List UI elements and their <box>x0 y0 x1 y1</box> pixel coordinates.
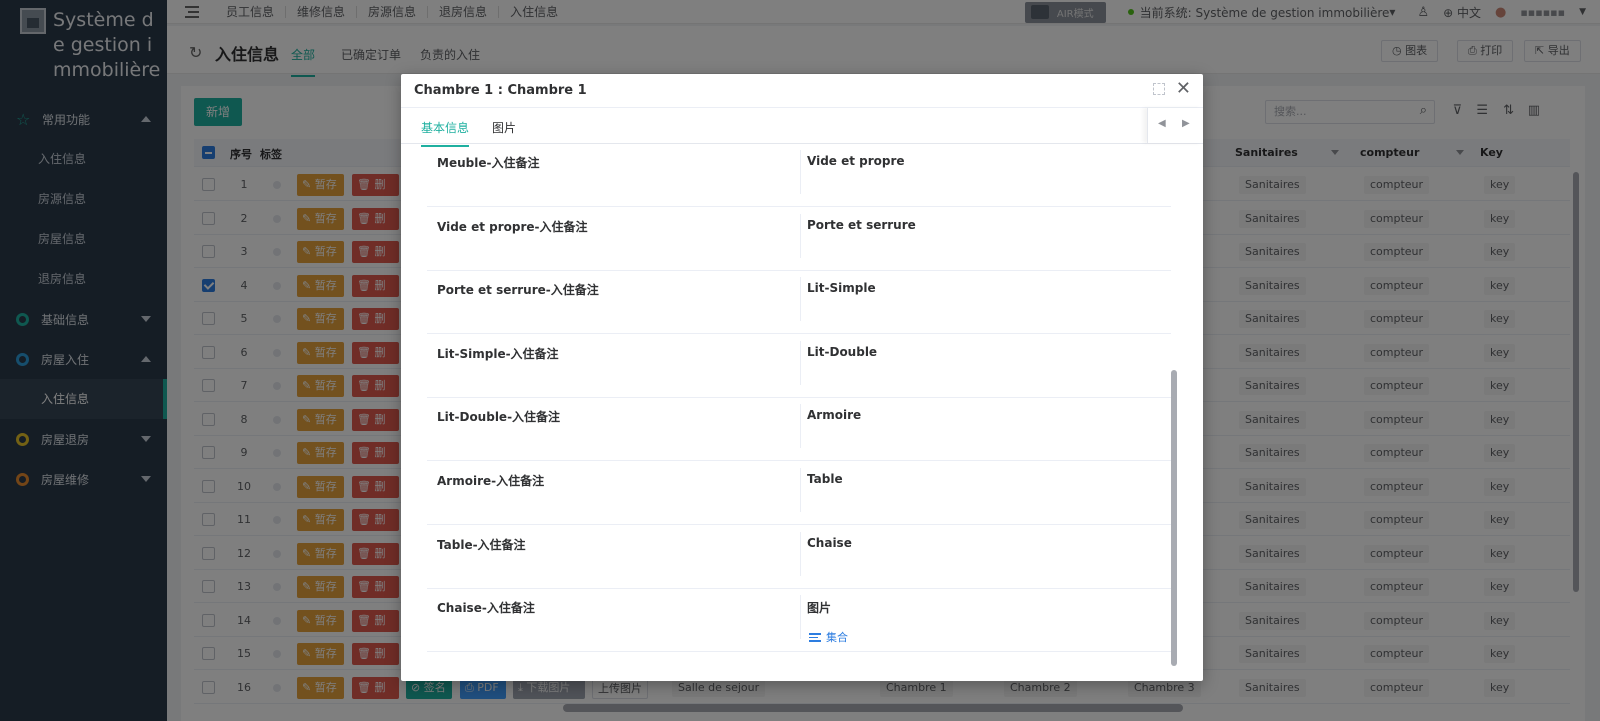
dialog-scrollbar[interactable] <box>1171 370 1177 666</box>
field-separator <box>800 468 801 512</box>
collection-label: 集合 <box>826 631 848 645</box>
field-separator <box>800 531 801 576</box>
field-label: Lit-Simple <box>807 281 876 296</box>
field-label: Porte et serrure <box>807 217 916 232</box>
field-separator <box>800 595 801 640</box>
field-label-note: Porte et serrure-入住备注 <box>437 283 599 298</box>
field-label-note: Vide et propre-入住备注 <box>437 219 588 234</box>
collection-link[interactable]: 集合 <box>809 629 848 645</box>
maximize-icon[interactable] <box>1153 83 1165 95</box>
field-label-note: Table-入住备注 <box>437 537 526 552</box>
field-label: Chaise <box>807 535 852 550</box>
form-row: Table-入住备注 Chaise <box>427 526 1171 589</box>
caret-left-icon[interactable]: ◀ <box>1158 118 1166 129</box>
field-label-note: Lit-Simple-入住备注 <box>437 346 559 361</box>
dialog-form: Meuble-入住备注 Vide et propre Vide et propre-… <box>427 144 1171 669</box>
divider <box>401 107 1203 108</box>
form-row: Armoire-入住备注 Table <box>427 462 1171 525</box>
field-separator <box>800 213 801 258</box>
form-row: Porte et serrure-入住备注 Lit-Simple <box>427 271 1171 335</box>
list-icon <box>809 632 821 642</box>
field-label: Armoire <box>807 408 862 423</box>
field-separator <box>800 340 801 385</box>
field-separator <box>800 404 801 449</box>
form-row: Lit-Double-入住备注 Armoire <box>427 398 1171 462</box>
field-label: 图片 <box>807 601 832 616</box>
dialog-title: Chambre 1 : Chambre 1 <box>414 83 587 98</box>
tab-nav: ◀ ▶ <box>1147 108 1203 143</box>
field-label-note: Armoire-入住备注 <box>437 474 545 488</box>
form-row: Vide et propre-入住备注 Porte et serrure <box>427 208 1171 271</box>
field-label: Vide et propre <box>807 154 905 168</box>
field-label-note: Lit-Double-入住备注 <box>437 410 561 425</box>
caret-right-icon[interactable]: ▶ <box>1182 118 1190 129</box>
field-label-note: Meuble-入住备注 <box>437 156 540 170</box>
field-separator <box>800 150 801 194</box>
field-label: Table <box>807 472 843 486</box>
form-row: Lit-Simple-入住备注 Lit-Double <box>427 335 1171 398</box>
form-row: Meuble-入住备注 Vide et propre <box>427 144 1171 207</box>
close-icon[interactable]: ✕ <box>1176 78 1191 99</box>
field-label-note: Chaise-入住备注 <box>437 601 535 616</box>
room-detail-dialog: Chambre 1 : Chambre 1 ✕ 基本信息 图片 ◀ ▶ Meub… <box>401 74 1203 681</box>
field-separator <box>800 277 801 322</box>
field-label: Lit-Double <box>807 344 878 359</box>
tab-pictures[interactable]: 图片 <box>492 119 516 136</box>
form-row: Chaise-入住备注 图片集合 <box>427 589 1171 653</box>
